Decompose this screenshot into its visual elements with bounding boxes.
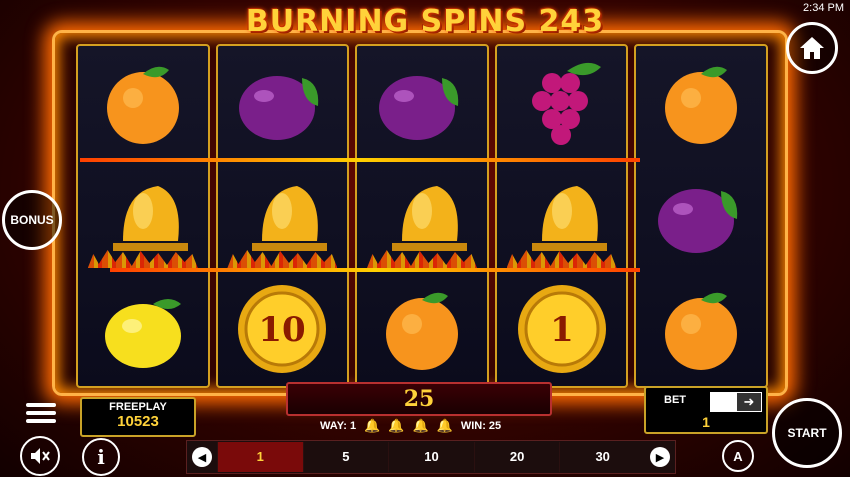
bet-option[interactable]: 20 [473,442,560,472]
bet-option[interactable]: 1 [217,442,303,472]
menu-button[interactable] [24,398,58,428]
bet-selector: ◀ 1 5 10 20 30 ▶ [186,440,676,474]
grapes-symbol [507,51,617,155]
bet-next-button[interactable]: ▶ [645,442,675,472]
win-panel: 25 [286,382,552,416]
bell-symbol [87,164,198,268]
orange-symbol [88,51,198,155]
bell-mini-icon: 🔔 [436,418,453,433]
freeplay-balance: 10523 [117,413,159,430]
reel-3 [355,44,489,388]
speaker-muted-icon [31,448,50,464]
bell-mini-icon: 🔔 [364,418,381,433]
bet-option[interactable]: 10 [388,442,474,472]
coin-value: 1 [550,310,574,350]
bonus-button[interactable]: BONUS [2,190,62,250]
bet-toggle-track [711,393,737,411]
sound-toggle-button[interactable] [20,436,60,476]
bell-symbol [506,164,617,268]
reel-2: 10 [215,44,350,388]
home-button[interactable] [786,22,838,74]
bet-panel: BET ➜ 1 [644,386,768,434]
win-line-top [80,158,640,162]
reel-1 [76,44,210,388]
freeplay-panel: FREEPLAY 10523 [80,397,196,437]
lemon-symbol [88,277,198,381]
arrow-right-icon: ➜ [737,393,761,411]
bet-value: 1 [702,414,710,430]
start-button[interactable]: START [772,398,842,468]
bet-option[interactable]: 30 [559,442,645,472]
orange-symbol [367,277,477,381]
reels: 10 1 [76,44,768,388]
game-title: BURNING SPINS 243 [245,4,605,39]
orange-symbol [646,51,756,155]
clock: 2:34 PM [803,2,844,14]
win-amount: 25 [403,386,435,412]
home-icon [800,37,824,59]
way-count: WAY: 1 [320,420,357,432]
orange-symbol [646,277,756,381]
reel-5 [634,44,768,388]
bet-option[interactable]: 5 [302,442,389,472]
chevron-right-icon: ▶ [649,447,670,467]
way-win: WIN: 25 [460,420,502,432]
freeplay-label: FREEPLAY [109,401,167,413]
reel-4: 1 [494,44,629,388]
bet-toggle[interactable]: ➜ [710,392,762,412]
plum-symbol [646,164,756,268]
bet-prev-button[interactable]: ◀ [187,442,217,472]
hamburger-icon [26,403,56,423]
plum-symbol [227,51,337,155]
bell-symbol [227,164,338,268]
bell-mini-icon: 🔔 [412,418,429,433]
coin-symbol: 10 [227,277,337,381]
bet-label: BET [664,394,686,406]
coin-value: 10 [259,310,306,350]
way-info: WAY: 1 🔔 🔔 🔔 🔔 WIN: 25 [320,418,501,434]
chevron-left-icon: ◀ [192,447,212,467]
bell-mini-icon: 🔔 [388,418,405,433]
win-line-bottom [110,268,640,272]
bell-symbol [366,164,477,268]
autoplay-button[interactable]: A [722,440,754,472]
plum-symbol [367,51,477,155]
coin-symbol: 1 [507,277,617,381]
info-button[interactable]: i [82,438,120,476]
